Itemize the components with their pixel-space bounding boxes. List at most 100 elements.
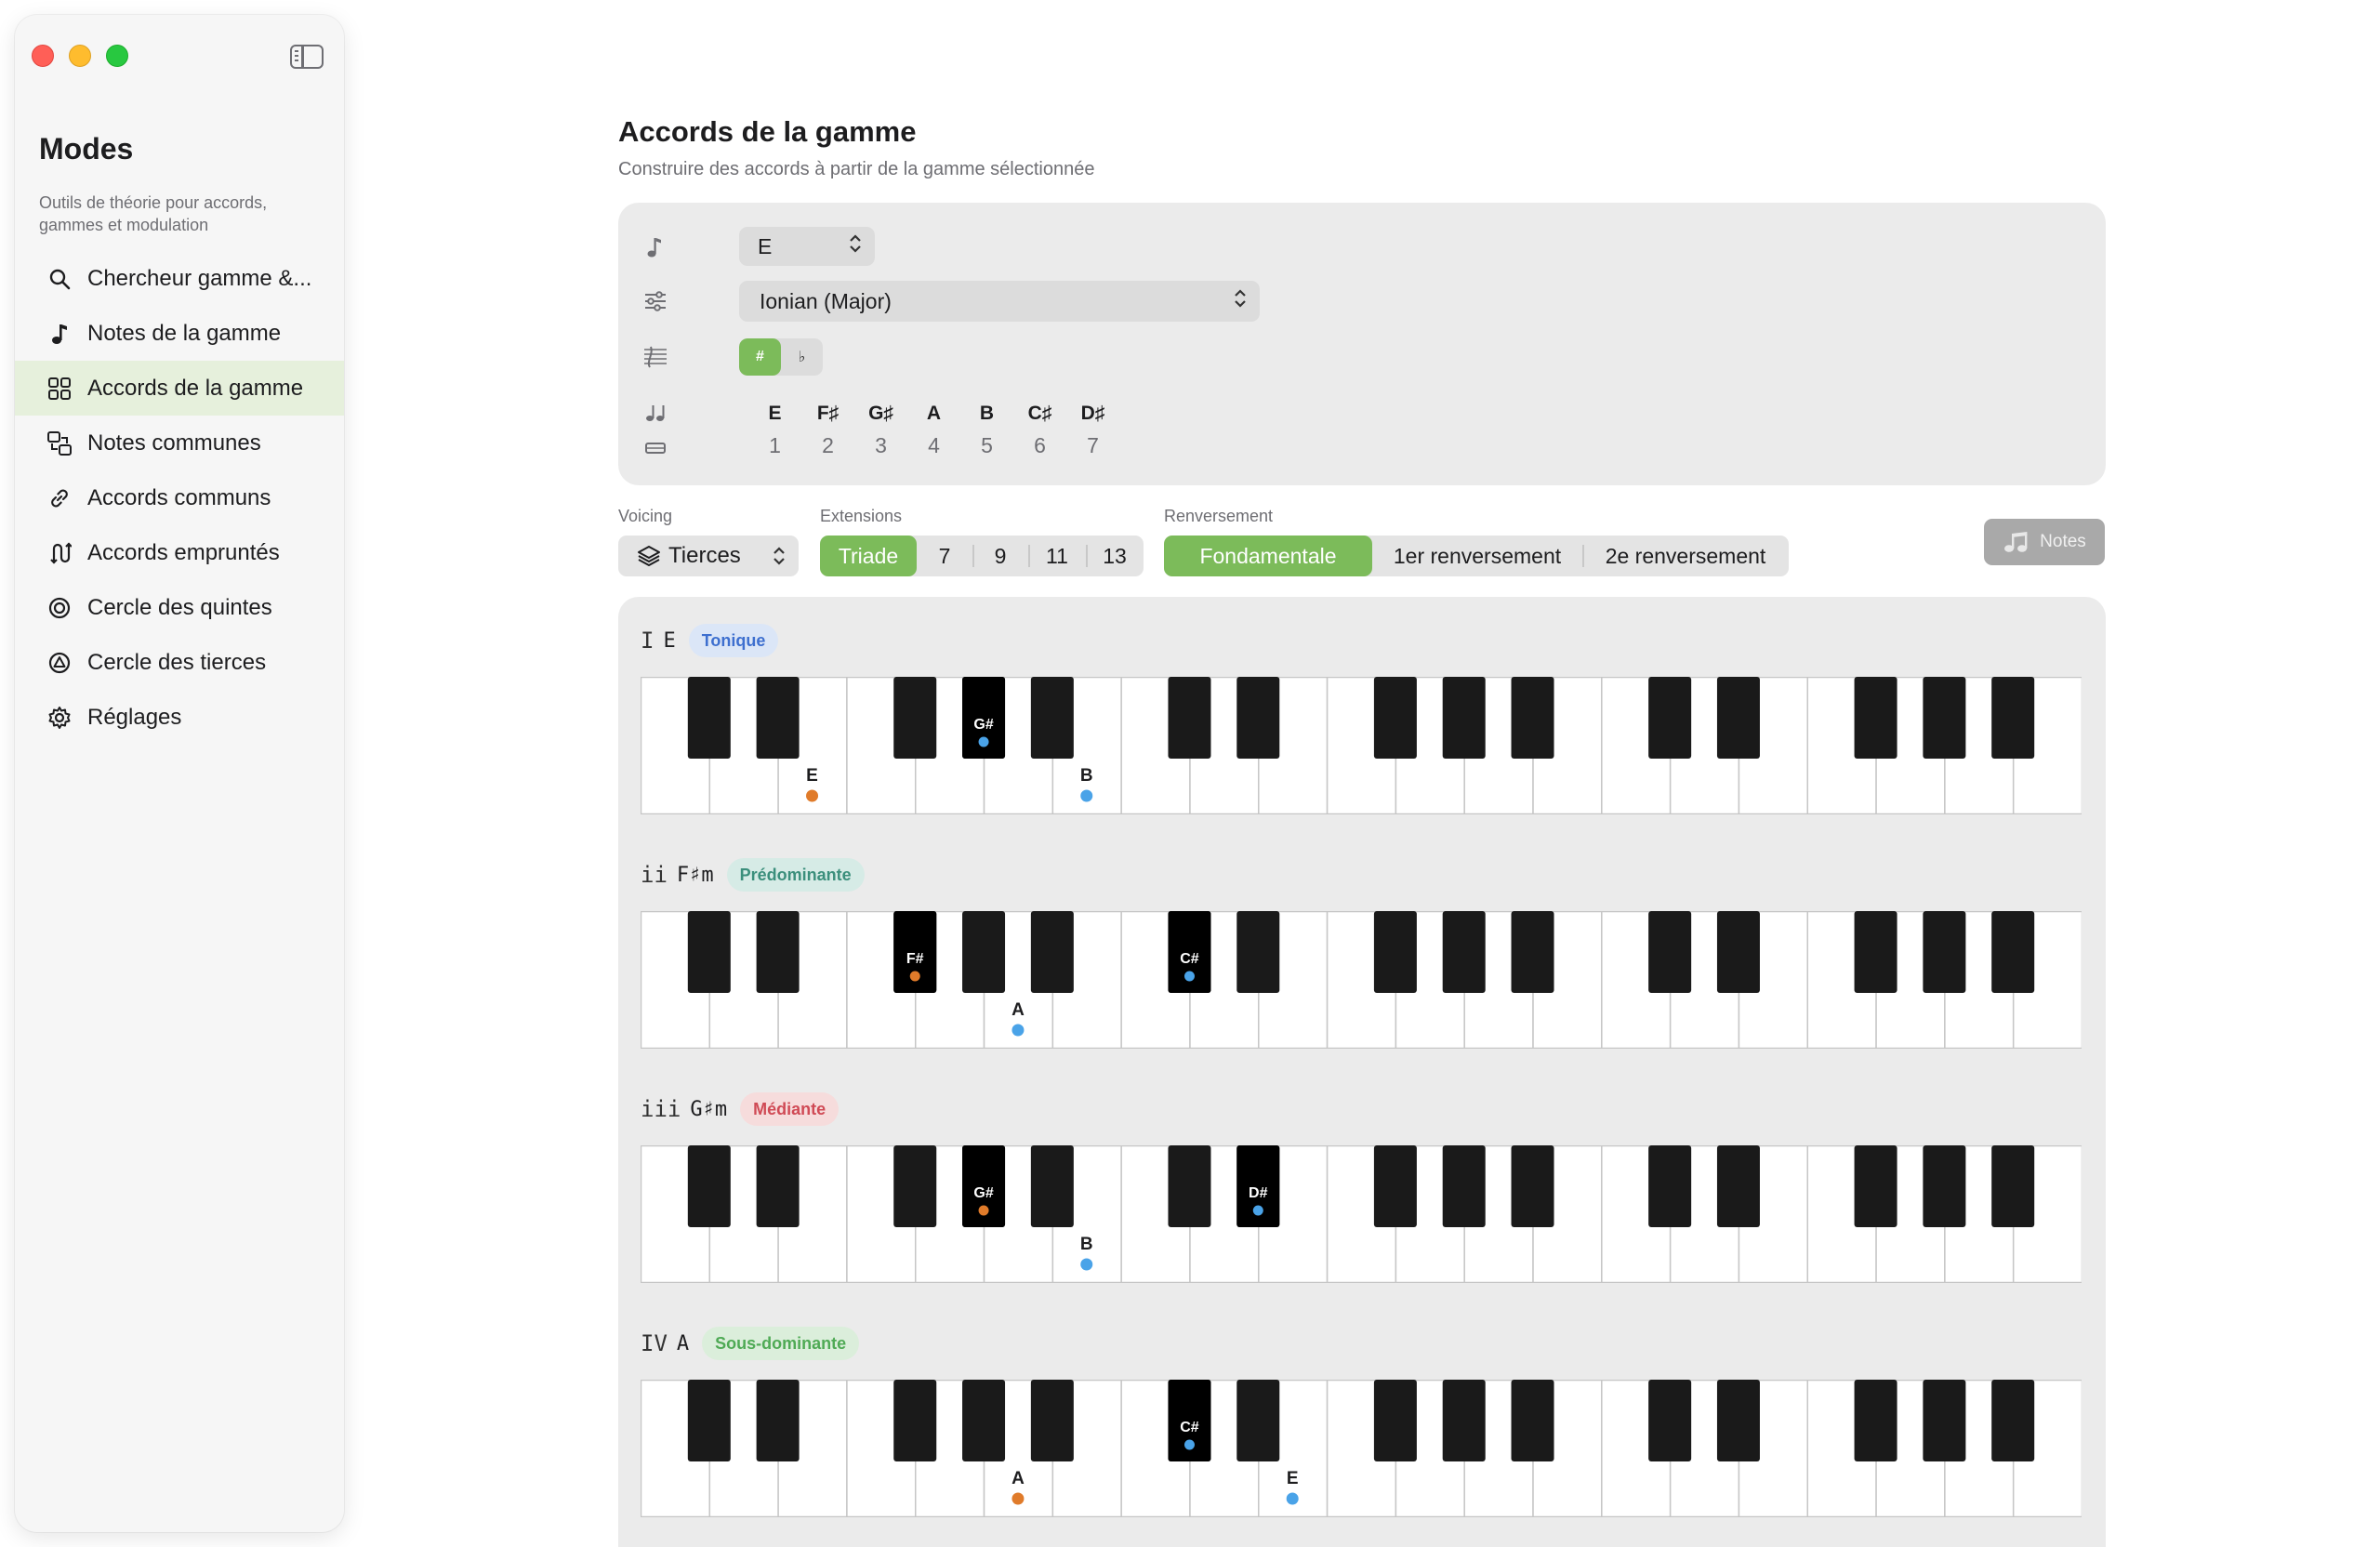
black-key[interactable] [1648, 1145, 1692, 1227]
extension-7-button[interactable]: 7 [917, 536, 972, 576]
black-key[interactable] [1511, 677, 1554, 759]
sidebar-item-label: Cercle des quintes [87, 594, 272, 620]
sidebar-item-scale-finder[interactable]: Chercheur gamme &... [15, 251, 344, 306]
black-key[interactable] [1168, 1145, 1211, 1227]
root-note-select[interactable]: E [739, 227, 875, 266]
chord-roman-numeral: I [641, 628, 654, 654]
piano-keyboard[interactable]: F# A C# [641, 911, 2082, 1049]
black-key[interactable] [1442, 911, 1486, 993]
black-key[interactable] [1716, 1380, 1760, 1461]
black-key[interactable] [893, 1380, 937, 1461]
black-key[interactable] [1373, 911, 1417, 993]
sidebar-item-circle-of-fifths[interactable]: Cercle des quintes [15, 580, 344, 635]
black-key[interactable] [1991, 1380, 2035, 1461]
black-key[interactable] [962, 1380, 1006, 1461]
sharp-button[interactable]: # [739, 338, 781, 376]
black-key[interactable] [1373, 1380, 1417, 1461]
sidebar-item-scale-chords[interactable]: Accords de la gamme [15, 361, 344, 416]
sidebar-toggle-icon[interactable] [290, 45, 324, 69]
black-key[interactable] [1236, 911, 1280, 993]
black-key[interactable] [1442, 1145, 1486, 1227]
black-key[interactable] [1716, 1145, 1760, 1227]
sidebar-item-common-chords[interactable]: Accords communs [15, 470, 344, 525]
sidebar-item-settings[interactable]: Réglages [15, 690, 344, 745]
black-key[interactable] [1854, 1145, 1897, 1227]
black-key[interactable] [1373, 1145, 1417, 1227]
sidebar-item-scale-notes[interactable]: Notes de la gamme [15, 306, 344, 361]
chord-header: iii G♯m Médiante [641, 1091, 840, 1127]
extension-triad-button[interactable]: Triade [820, 536, 917, 576]
piano-keyboard[interactable]: A C# E [641, 1380, 2082, 1517]
inversion-second-button[interactable]: 2e renversement [1582, 536, 1789, 576]
black-key[interactable] [1648, 911, 1692, 993]
scale-note: D♯ 7 [1080, 403, 1105, 457]
inversion-root-button[interactable]: Fondamentale [1164, 536, 1372, 576]
piano-keyboard[interactable]: E G# B [641, 677, 2082, 814]
sidebar-item-circle-of-thirds[interactable]: Cercle des tierces [15, 635, 344, 690]
black-key[interactable] [1923, 911, 1966, 993]
extension-9-button[interactable]: 9 [972, 536, 1028, 576]
black-key[interactable] [1991, 677, 2035, 759]
black-key[interactable] [1373, 677, 1417, 759]
black-key[interactable] [1511, 1145, 1554, 1227]
black-key[interactable] [687, 1145, 731, 1227]
flat-button[interactable]: ♭ [781, 338, 823, 376]
chord-function-badge: Prédominante [726, 858, 865, 892]
black-key[interactable] [1854, 1380, 1897, 1461]
extensions-label: Extensions [820, 507, 903, 525]
black-key[interactable] [1030, 911, 1074, 993]
black-key[interactable] [1854, 911, 1897, 993]
black-key[interactable] [756, 677, 800, 759]
black-key[interactable] [1854, 677, 1897, 759]
black-key[interactable] [1648, 1380, 1692, 1461]
notes-button[interactable]: Notes [1984, 519, 2105, 565]
black-key[interactable] [1442, 677, 1486, 759]
black-key[interactable] [687, 677, 731, 759]
zoom-window-button[interactable] [106, 45, 128, 67]
extension-11-button[interactable]: 11 [1028, 536, 1086, 576]
mode-select[interactable]: Ionian (Major) [739, 281, 1260, 322]
black-key[interactable] [1716, 911, 1760, 993]
close-window-button[interactable] [32, 45, 54, 67]
inversion-segmented-control: Fondamentale 1er renversement 2e renvers… [1164, 536, 1789, 576]
black-key[interactable] [1991, 1145, 2035, 1227]
black-key[interactable] [1923, 1145, 1966, 1227]
sidebar-item-borrowed-chords[interactable]: Accords empruntés [15, 525, 344, 580]
black-key[interactable] [1511, 911, 1554, 993]
inversion-label: Renversement [1164, 507, 1274, 525]
black-key[interactable] [1648, 677, 1692, 759]
black-key[interactable] [1236, 677, 1280, 759]
sidebar-item-common-notes[interactable]: Notes communes [15, 416, 344, 470]
extensions-segmented-control: Triade 7 9 11 13 [820, 536, 1144, 576]
scale-note: F♯ 2 [816, 403, 840, 457]
black-key[interactable] [1030, 1380, 1074, 1461]
chord-name: G♯m [690, 1097, 728, 1121]
black-key[interactable] [1030, 677, 1074, 759]
black-key[interactable] [1716, 677, 1760, 759]
black-key[interactable] [1442, 1380, 1486, 1461]
sidebar-item-label: Cercle des tierces [87, 649, 267, 675]
black-key[interactable] [756, 911, 800, 993]
black-key[interactable] [756, 1380, 800, 1461]
black-key[interactable] [962, 911, 1006, 993]
black-key[interactable] [1511, 1380, 1554, 1461]
black-key[interactable] [1923, 1380, 1966, 1461]
black-key[interactable] [1991, 911, 2035, 993]
root-note-value: E [758, 233, 773, 258]
extension-13-button[interactable]: 13 [1086, 536, 1144, 576]
minimize-window-button[interactable] [69, 45, 91, 67]
black-key[interactable] [893, 677, 937, 759]
black-key[interactable] [1030, 1145, 1074, 1227]
black-key[interactable] [1923, 677, 1966, 759]
black-key[interactable] [1168, 677, 1211, 759]
key-note-label: G# [973, 1185, 993, 1201]
voicing-select[interactable]: Tierces [618, 536, 799, 576]
piano-keyboard[interactable]: G# B D# [641, 1145, 2082, 1283]
black-key[interactable] [687, 911, 731, 993]
black-key[interactable] [756, 1145, 800, 1227]
black-key[interactable] [893, 1145, 937, 1227]
black-key[interactable] [1236, 1380, 1280, 1461]
inversion-first-button[interactable]: 1er renversement [1372, 536, 1582, 576]
voicing-label: Voicing [618, 507, 673, 525]
black-key[interactable] [687, 1380, 731, 1461]
